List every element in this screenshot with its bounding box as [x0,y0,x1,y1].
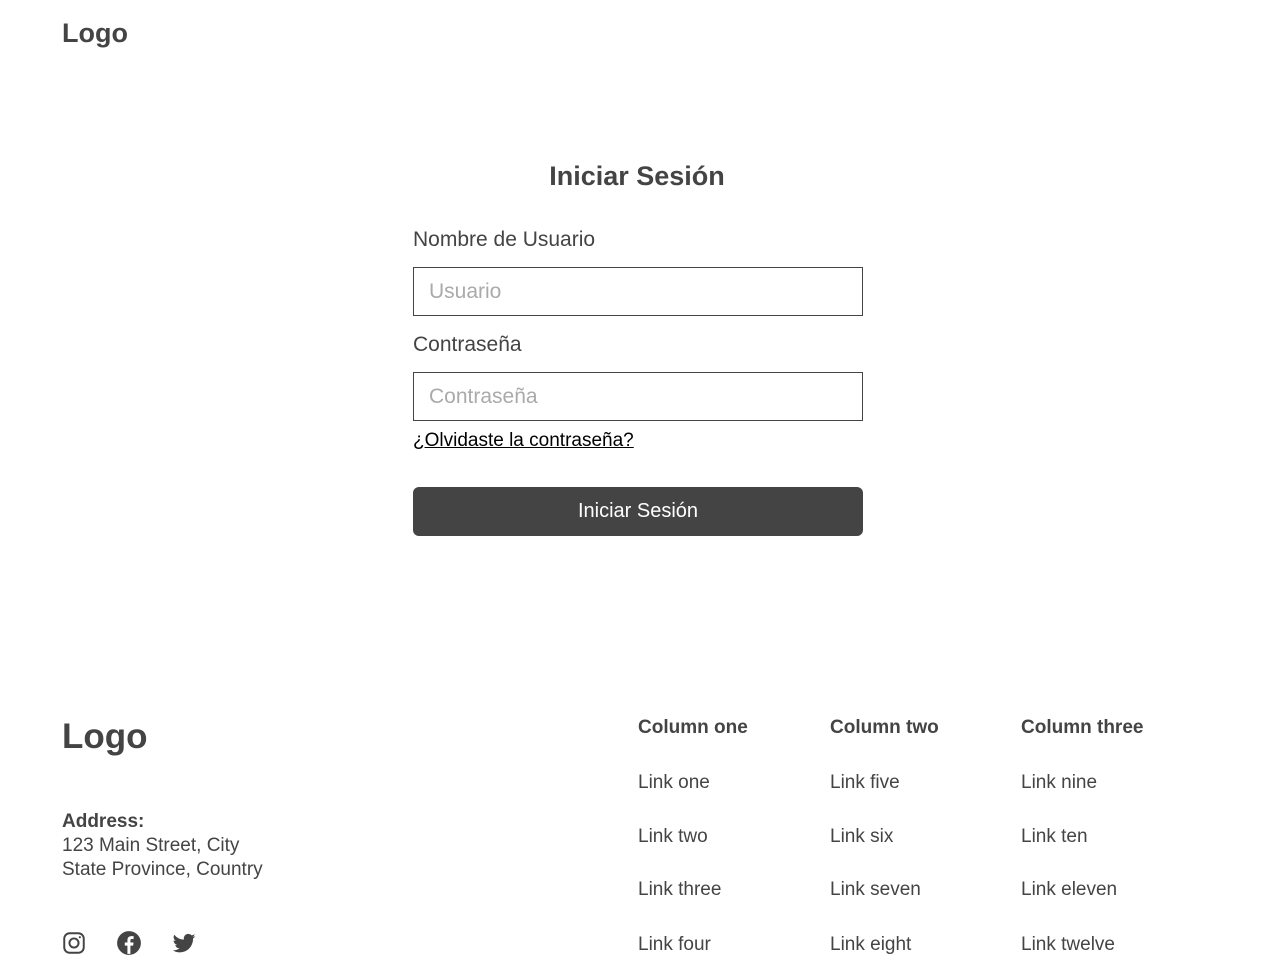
address-label: Address: [62,811,145,832]
username-input[interactable] [413,267,863,316]
password-label: Contraseña [413,333,522,356]
header-logo[interactable]: Logo [62,17,128,49]
password-input[interactable] [413,372,863,421]
footer-link[interactable]: Link nine [1021,771,1097,795]
instagram-icon[interactable] [61,930,87,956]
footer-column-three: Column three Link nine Link ten Link ele… [1021,716,1144,955]
footer-link[interactable]: Link three [638,878,721,902]
address-line-2: State Province, Country [62,859,263,880]
footer-link[interactable]: Link eleven [1021,878,1117,902]
footer-link[interactable]: Link five [830,771,900,795]
footer-link[interactable]: Link twelve [1021,933,1115,957]
footer-link[interactable]: Link seven [830,878,921,902]
twitter-icon[interactable] [171,930,197,956]
forgot-password-link[interactable]: ¿Olvidaste la contraseña? [413,429,634,453]
footer-link[interactable]: Link six [830,825,893,849]
footer-link[interactable]: Link ten [1021,825,1088,849]
column-heading: Column three [1021,717,1144,738]
username-label: Nombre de Usuario [413,228,596,251]
footer-link[interactable]: Link four [638,933,711,957]
footer-column-one: Column one Link one Link two Link three … [638,716,748,955]
column-heading: Column two [830,717,939,738]
footer-link[interactable]: Link one [638,771,710,795]
column-heading: Column one [638,717,748,738]
facebook-icon[interactable] [116,930,142,956]
footer-link[interactable]: Link eight [830,933,911,957]
login-button[interactable]: Iniciar Sesión [413,487,863,536]
login-title: Iniciar Sesión [549,161,725,191]
address-line-1: 123 Main Street, City [62,835,240,856]
footer-link[interactable]: Link two [638,825,708,849]
footer-logo[interactable]: Logo [62,716,148,758]
footer-column-two: Column two Link five Link six Link seven… [830,716,939,955]
